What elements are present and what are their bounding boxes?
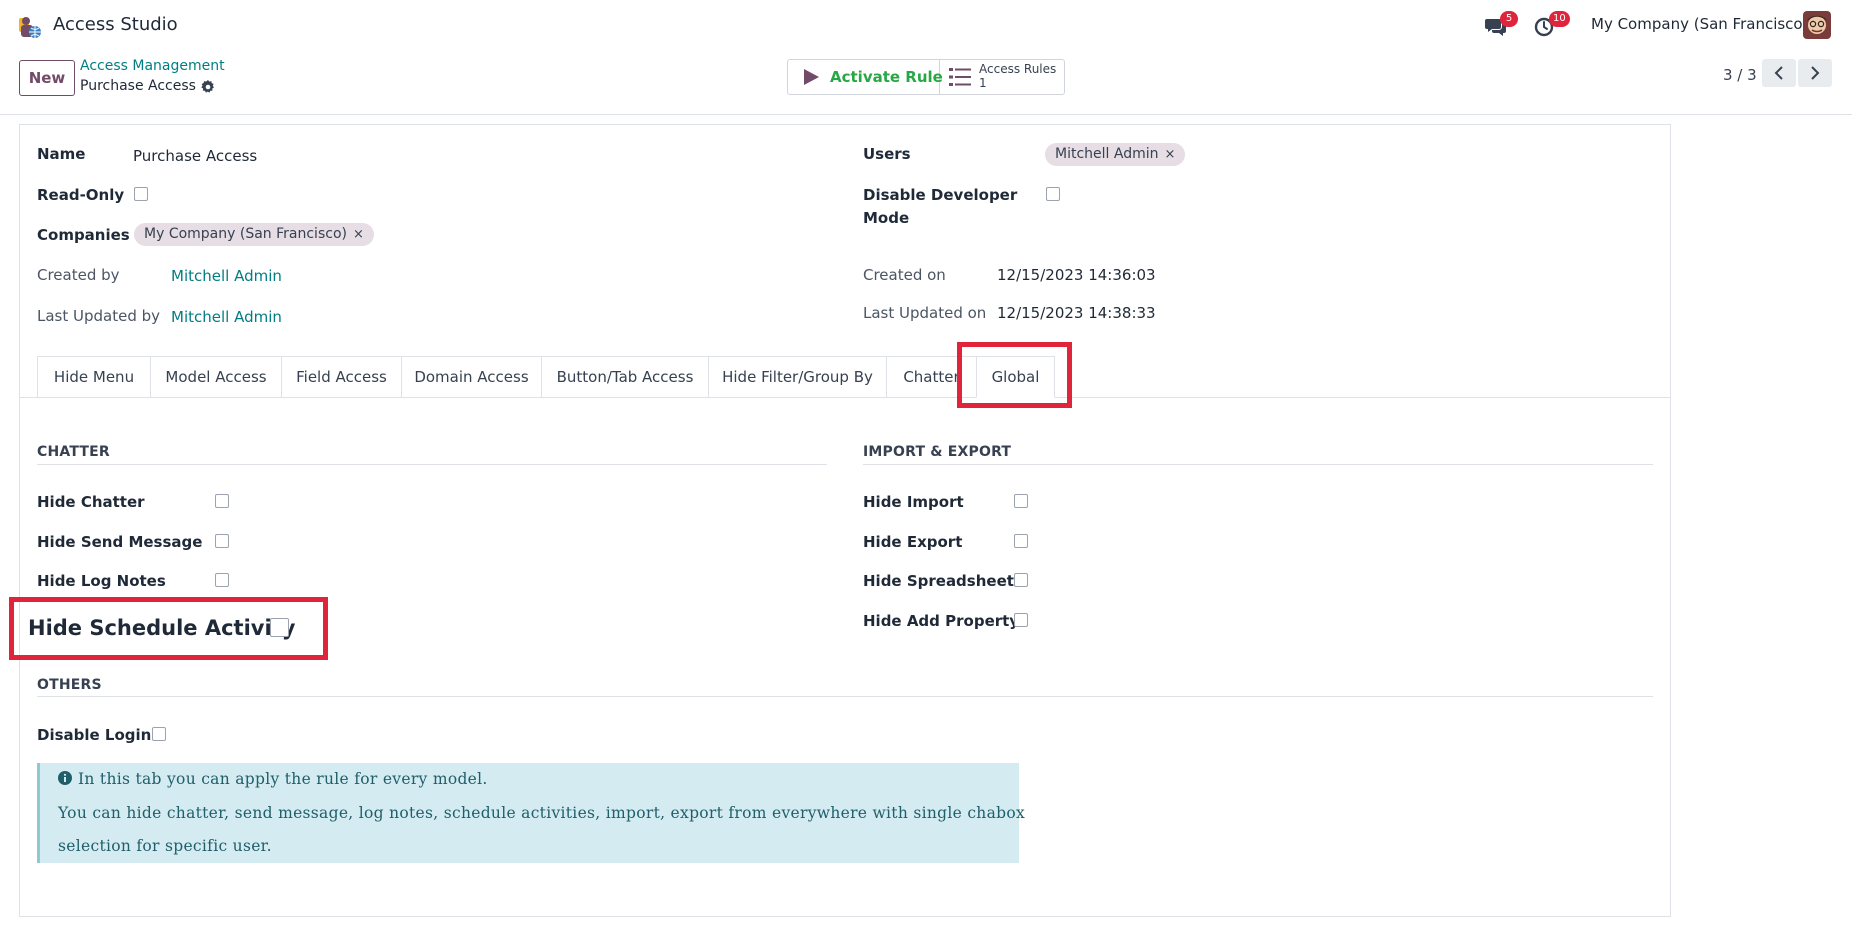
others-section-rule <box>37 696 1653 697</box>
alert-line-3: selection for specific user. <box>58 837 272 855</box>
pager-previous-button[interactable] <box>1762 59 1796 87</box>
hide-spreadsheet-checkbox[interactable] <box>1014 573 1028 587</box>
access-rules-count: 1 <box>979 76 987 90</box>
pager-value[interactable]: 3 / 3 <box>1723 66 1757 84</box>
created-on-label: Created on <box>863 266 946 284</box>
disable-developer-mode-checkbox[interactable] <box>1046 187 1060 201</box>
user-avatar-icon <box>1803 11 1831 39</box>
companies-label: Companies <box>37 226 130 244</box>
remove-tag-icon[interactable]: × <box>1165 147 1176 162</box>
list-icon <box>949 68 971 86</box>
hide-chatter-label: Hide Chatter <box>37 493 145 511</box>
chatter-section-rule <box>37 464 827 465</box>
companies-tag[interactable]: My Company (San Francisco) × <box>134 223 374 246</box>
hide-send-message-label: Hide Send Message <box>37 533 203 551</box>
activate-rule-button[interactable]: Activate Rule <box>788 60 943 94</box>
chatter-section-title: CHATTER <box>37 444 110 460</box>
disable-developer-mode-label-line1: Disable Developer <box>863 186 1018 204</box>
chevron-right-icon <box>1811 66 1820 80</box>
control-panel: New Access Management Purchase Access Ac… <box>0 52 1852 115</box>
name-label: Name <box>37 145 86 163</box>
tab-hide-filter-group-by[interactable]: Hide Filter/Group By <box>708 356 886 398</box>
created-by-link[interactable]: Mitchell Admin <box>171 267 282 285</box>
created-by-label: Created by <box>37 266 120 284</box>
hide-chatter-checkbox[interactable] <box>215 494 229 508</box>
disable-developer-mode-label-line2: Mode <box>863 209 910 227</box>
hide-add-property-checkbox[interactable] <box>1014 613 1028 627</box>
hide-import-checkbox[interactable] <box>1014 494 1028 508</box>
users-label: Users <box>863 145 911 163</box>
play-icon <box>804 69 819 85</box>
created-on-value: 12/15/2023 14:36:03 <box>997 266 1156 284</box>
hide-export-label: Hide Export <box>863 533 963 551</box>
new-button[interactable]: New <box>19 60 75 96</box>
app-logo-icon[interactable] <box>17 14 43 40</box>
disable-login-label: Disable Login <box>37 726 152 744</box>
company-switcher[interactable]: My Company (San Francisco) <box>1591 15 1808 33</box>
users-tag-text: Mitchell Admin <box>1055 146 1159 162</box>
tab-domain-access[interactable]: Domain Access <box>401 356 541 398</box>
last-updated-on-value: 12/15/2023 14:38:33 <box>997 304 1156 322</box>
info-alert: In this tab you can apply the rule for e… <box>37 763 1025 863</box>
hide-import-label: Hide Import <box>863 493 964 511</box>
readonly-checkbox[interactable] <box>134 187 148 201</box>
others-section-title: OTHERS <box>37 677 102 693</box>
readonly-label: Read-Only <box>37 186 125 204</box>
breadcrumb-current: Purchase Access <box>80 78 196 94</box>
last-updated-by-label: Last Updated by <box>37 307 161 325</box>
messages-badge: 5 <box>1500 11 1518 27</box>
info-circle-icon <box>58 771 72 785</box>
chevron-left-icon <box>1774 66 1783 80</box>
remove-tag-icon[interactable]: × <box>353 227 364 242</box>
tab-hide-menu[interactable]: Hide Menu <box>37 356 150 398</box>
users-tag[interactable]: Mitchell Admin × <box>1045 143 1186 166</box>
pager-next-button[interactable] <box>1798 59 1832 87</box>
user-avatar[interactable] <box>1803 11 1831 39</box>
last-updated-by-link[interactable]: Mitchell Admin <box>171 308 282 326</box>
tab-button-tab-access[interactable]: Button/Tab Access <box>541 356 708 398</box>
activate-rule-label: Activate Rule <box>830 68 943 86</box>
hide-log-notes-checkbox[interactable] <box>215 573 229 587</box>
hide-export-checkbox[interactable] <box>1014 534 1028 548</box>
gear-icon[interactable] <box>200 79 216 95</box>
top-navbar: Access Studio 5 10 My Company (San Franc… <box>0 0 1852 52</box>
import-export-section-title: IMPORT & EXPORT <box>863 444 1012 460</box>
alert-line-1-text: In this tab you can apply the rule for e… <box>78 770 488 788</box>
hide-send-message-checkbox[interactable] <box>215 534 229 548</box>
access-rules-button[interactable]: Access Rules 1 <box>941 60 1065 94</box>
smart-buttons: Activate Rule Access Rules 1 <box>787 59 1065 95</box>
hide-add-property-label: Hide Add Property <box>863 612 1020 630</box>
hide-schedule-activity-highlight <box>9 597 328 660</box>
access-rules-label: Access Rules <box>979 62 1057 76</box>
tab-field-access[interactable]: Field Access <box>281 356 401 398</box>
companies-tag-text: My Company (San Francisco) <box>144 226 347 242</box>
hide-log-notes-label: Hide Log Notes <box>37 572 166 590</box>
tab-model-access[interactable]: Model Access <box>150 356 281 398</box>
import-export-section-rule <box>863 464 1653 465</box>
name-field[interactable]: Purchase Access <box>133 147 257 165</box>
global-tab-highlight <box>957 342 1072 408</box>
activities-badge: 10 <box>1549 11 1570 27</box>
app-title[interactable]: Access Studio <box>53 14 178 35</box>
alert-line-1: In this tab you can apply the rule for e… <box>58 770 488 788</box>
hide-spreadsheet-label: Hide Spreadsheet <box>863 572 1014 590</box>
breadcrumb-parent-link[interactable]: Access Management <box>80 58 225 74</box>
last-updated-on-label: Last Updated on <box>863 304 987 322</box>
alert-line-2: You can hide chatter, send message, log … <box>58 804 1026 822</box>
disable-login-checkbox[interactable] <box>152 727 166 741</box>
